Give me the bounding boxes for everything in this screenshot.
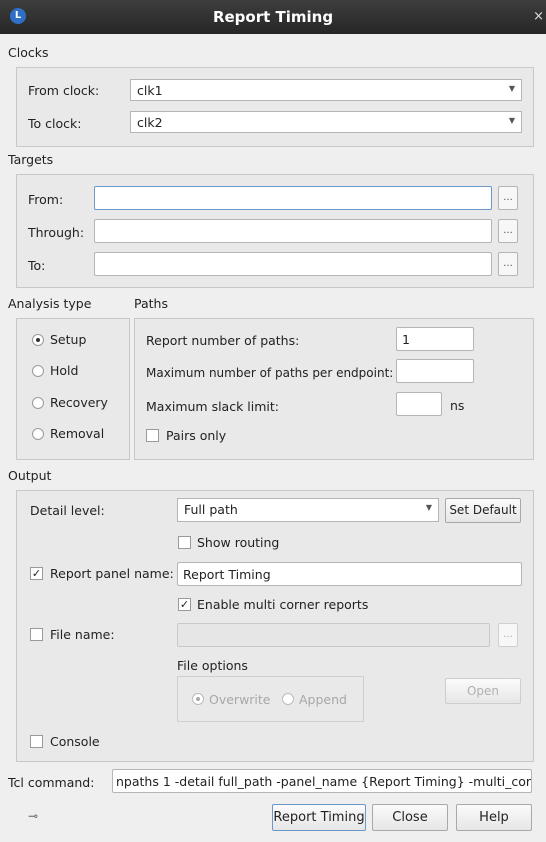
hold-radio[interactable] bbox=[32, 365, 44, 377]
show-routing-checkbox[interactable] bbox=[178, 536, 191, 549]
close-icon[interactable]: × bbox=[533, 9, 544, 24]
multi-corner-label[interactable]: Enable multi corner reports bbox=[197, 597, 368, 612]
pin-icon[interactable]: ⊸ bbox=[28, 809, 38, 823]
overwrite-label[interactable]: Overwrite bbox=[209, 692, 271, 707]
console-checkbox[interactable] bbox=[30, 735, 43, 748]
append-radio[interactable] bbox=[282, 693, 294, 705]
pairs-only-label[interactable]: Pairs only bbox=[166, 428, 226, 443]
chevron-down-icon[interactable]: ▼ bbox=[509, 116, 515, 125]
report-panel-input[interactable]: Report Timing bbox=[177, 562, 522, 586]
to-clock-label: To clock: bbox=[28, 116, 82, 131]
detail-level-combo[interactable]: Full path ▼ bbox=[177, 498, 439, 522]
help-button[interactable]: Help bbox=[456, 804, 532, 831]
show-routing-label[interactable]: Show routing bbox=[197, 535, 279, 550]
chevron-down-icon[interactable]: ▼ bbox=[509, 84, 515, 93]
from-clock-value: clk1 bbox=[137, 83, 163, 98]
chevron-down-icon[interactable]: ▼ bbox=[426, 503, 432, 512]
file-name-label[interactable]: File name: bbox=[50, 627, 115, 642]
max-per-endpoint-input[interactable] bbox=[396, 359, 474, 383]
pairs-only-checkbox[interactable] bbox=[146, 429, 159, 442]
to-label: To: bbox=[28, 258, 46, 273]
close-button[interactable]: Close bbox=[372, 804, 448, 831]
recovery-radio[interactable] bbox=[32, 397, 44, 409]
recovery-label[interactable]: Recovery bbox=[50, 395, 108, 410]
max-slack-input[interactable] bbox=[396, 392, 442, 416]
max-slack-label: Maximum slack limit: bbox=[146, 399, 280, 414]
report-timing-button[interactable]: Report Timing bbox=[272, 804, 366, 831]
paths-section-label: Paths bbox=[134, 296, 168, 311]
open-button[interactable]: Open bbox=[445, 678, 521, 704]
multi-corner-checkbox[interactable]: ✓ bbox=[178, 598, 191, 611]
through-browse-button[interactable]: ... bbox=[498, 219, 518, 243]
detail-level-label: Detail level: bbox=[30, 503, 105, 518]
title-bar: L Report Timing × bbox=[0, 0, 546, 34]
ns-unit-label: ns bbox=[450, 398, 465, 413]
file-name-browse-button[interactable]: ... bbox=[498, 623, 518, 647]
file-name-checkbox[interactable] bbox=[30, 628, 43, 641]
to-browse-button[interactable]: ... bbox=[498, 252, 518, 276]
overwrite-radio[interactable] bbox=[192, 693, 204, 705]
through-input[interactable] bbox=[94, 219, 492, 243]
report-panel-label[interactable]: Report panel name: bbox=[50, 566, 174, 581]
report-panel-checkbox[interactable]: ✓ bbox=[30, 567, 43, 580]
clocks-section-label: Clocks bbox=[8, 45, 49, 60]
removal-label[interactable]: Removal bbox=[50, 426, 104, 441]
setup-radio[interactable] bbox=[32, 334, 44, 346]
to-clock-value: clk2 bbox=[137, 115, 163, 130]
hold-label[interactable]: Hold bbox=[50, 363, 78, 378]
from-input[interactable] bbox=[94, 186, 492, 210]
to-clock-combo[interactable]: clk2 ▼ bbox=[130, 111, 522, 133]
max-per-endpoint-label: Maximum number of paths per endpoint: bbox=[146, 366, 394, 380]
file-name-input[interactable] bbox=[177, 623, 490, 647]
set-default-button[interactable]: Set Default bbox=[445, 498, 521, 523]
detail-level-value: Full path bbox=[184, 502, 238, 517]
setup-label[interactable]: Setup bbox=[50, 332, 86, 347]
file-options-label: File options bbox=[177, 658, 248, 673]
append-label[interactable]: Append bbox=[299, 692, 347, 707]
window-title: Report Timing bbox=[212, 8, 334, 26]
num-paths-input[interactable]: 1 bbox=[396, 327, 474, 351]
removal-radio[interactable] bbox=[32, 428, 44, 440]
console-label[interactable]: Console bbox=[50, 734, 100, 749]
from-clock-combo[interactable]: clk1 ▼ bbox=[130, 79, 522, 101]
from-browse-button[interactable]: ... bbox=[498, 186, 518, 210]
through-label: Through: bbox=[28, 225, 85, 240]
from-label: From: bbox=[28, 192, 64, 207]
tcl-command-input[interactable]: npaths 1 -detail full_path -panel_name {… bbox=[112, 769, 532, 793]
targets-section-label: Targets bbox=[8, 152, 54, 167]
tcl-command-label: Tcl command: bbox=[8, 775, 95, 790]
analysis-type-section-label: Analysis type bbox=[8, 296, 92, 311]
from-clock-label: From clock: bbox=[28, 83, 100, 98]
to-input[interactable] bbox=[94, 252, 492, 276]
output-section-label: Output bbox=[8, 468, 52, 483]
num-paths-label: Report number of paths: bbox=[146, 333, 300, 348]
